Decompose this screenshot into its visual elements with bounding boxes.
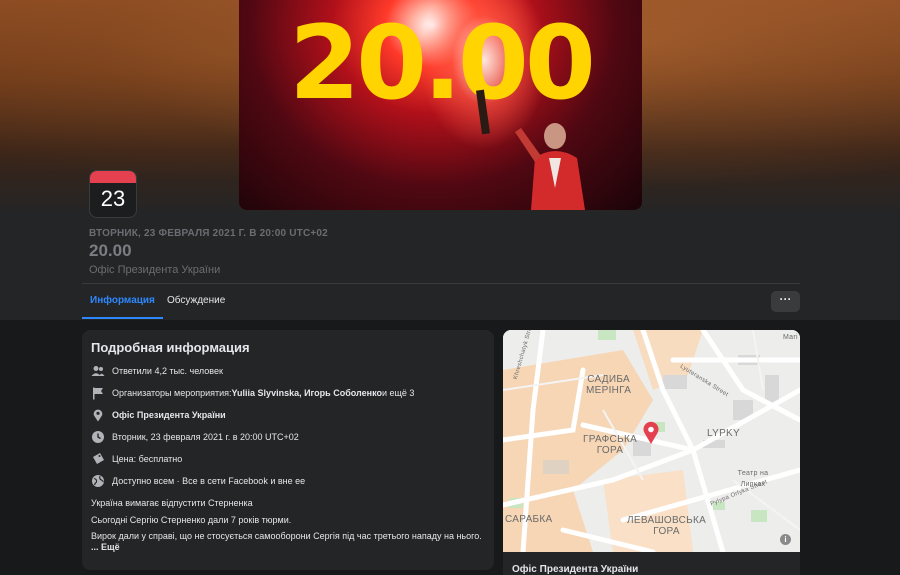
tab-discussion[interactable]: Обсуждение (159, 284, 233, 319)
map-label-saraba: САРАБКА (505, 514, 553, 525)
organizers-prefix: Организаторы мероприятия: (112, 388, 232, 398)
tab-information[interactable]: Информация (82, 284, 163, 319)
event-host-link[interactable]: Офіс Президента України (89, 264, 220, 276)
datetime-row: Вторник, 23 февраля 2021 г. в 20:00 UTC+… (91, 429, 299, 445)
organizers-row: Организаторы мероприятия: Yuliia Slyvins… (91, 385, 414, 401)
location-marker-icon[interactable] (642, 421, 660, 445)
more-options-button[interactable]: ··· (771, 291, 800, 312)
description-line-3: Вирок дали у справі, що не стосується са… (91, 531, 482, 541)
people-icon (91, 366, 105, 376)
map-label-grafska: ГРАФСЬКА ГОРА (583, 434, 638, 456)
location-name[interactable]: Офіс Президента України (112, 410, 226, 420)
location-pin-icon (93, 409, 103, 422)
datetime-text: Вторник, 23 февраля 2021 г. в 20:00 UTC+… (112, 432, 299, 442)
event-header: 20.00 23 ВТОРНИК, 23 ФЕВРАЛЯ 2021 Г. В 2… (0, 0, 900, 320)
event-date: ВТОРНИК, 23 ФЕВРАЛЯ 2021 Г. В 20:00 UTC+… (89, 228, 328, 239)
visibility-text: Доступно всем · Все в сети Facebook и вн… (112, 476, 306, 486)
description-line-1: Україна вимагає відпустити Стерненка (91, 498, 253, 508)
calendar-day: 23 (100, 186, 126, 211)
details-title: Подробная информация (91, 340, 250, 355)
map-label-lypky: LYPKY (707, 428, 740, 439)
globe-icon (92, 475, 104, 487)
map-info-icon[interactable]: i (780, 534, 791, 545)
flag-icon (93, 387, 103, 400)
location-map[interactable]: САДИБА МЕРІНГА ГРАФСЬКА ГОРА LYPKY САРАБКА… (503, 330, 800, 552)
map-footer: Офіс Президента України (503, 552, 800, 575)
event-title: 20.00 (89, 241, 132, 260)
calendar-top-bar (90, 171, 136, 183)
price-row: Цена: бесплатно (91, 451, 182, 467)
responded-row[interactable]: Ответили 4,2 тыс. человек (91, 363, 223, 379)
map-label-sadyba: САДИБА МЕРІНГА (586, 374, 632, 396)
cover-headline: 20.00 (289, 4, 596, 123)
description-line-2: Сьогодні Сергію Стерненко дали 7 років т… (91, 515, 292, 525)
organizers-more[interactable]: и ещё 3 (382, 388, 414, 398)
details-card: Подробная информация Ответили 4,2 тыс. ч… (82, 330, 494, 570)
visibility-row: Доступно всем · Все в сети Facebook и вн… (91, 473, 305, 489)
cover-photo[interactable]: 20.00 (239, 0, 642, 210)
ticket-icon (93, 453, 104, 464)
see-more-link[interactable]: ... Ещё (91, 542, 120, 552)
person-figure (515, 123, 585, 210)
map-footer-title[interactable]: Офіс Президента України (512, 564, 638, 575)
responded-text: Ответили 4,2 тыс. человек (112, 366, 223, 376)
organizers-names[interactable]: Yuliia Slyvinska, Игорь Соболенко (232, 388, 382, 398)
location-row[interactable]: Офіс Президента України (91, 407, 226, 423)
map-label-mari: Mari (783, 334, 798, 341)
clock-icon (92, 431, 104, 443)
calendar-badge: 23 (89, 170, 137, 218)
map-label-levashovska: ЛЕВАШОВСЬКА ГОРА (627, 515, 707, 537)
price-text: Цена: бесплатно (112, 454, 183, 464)
